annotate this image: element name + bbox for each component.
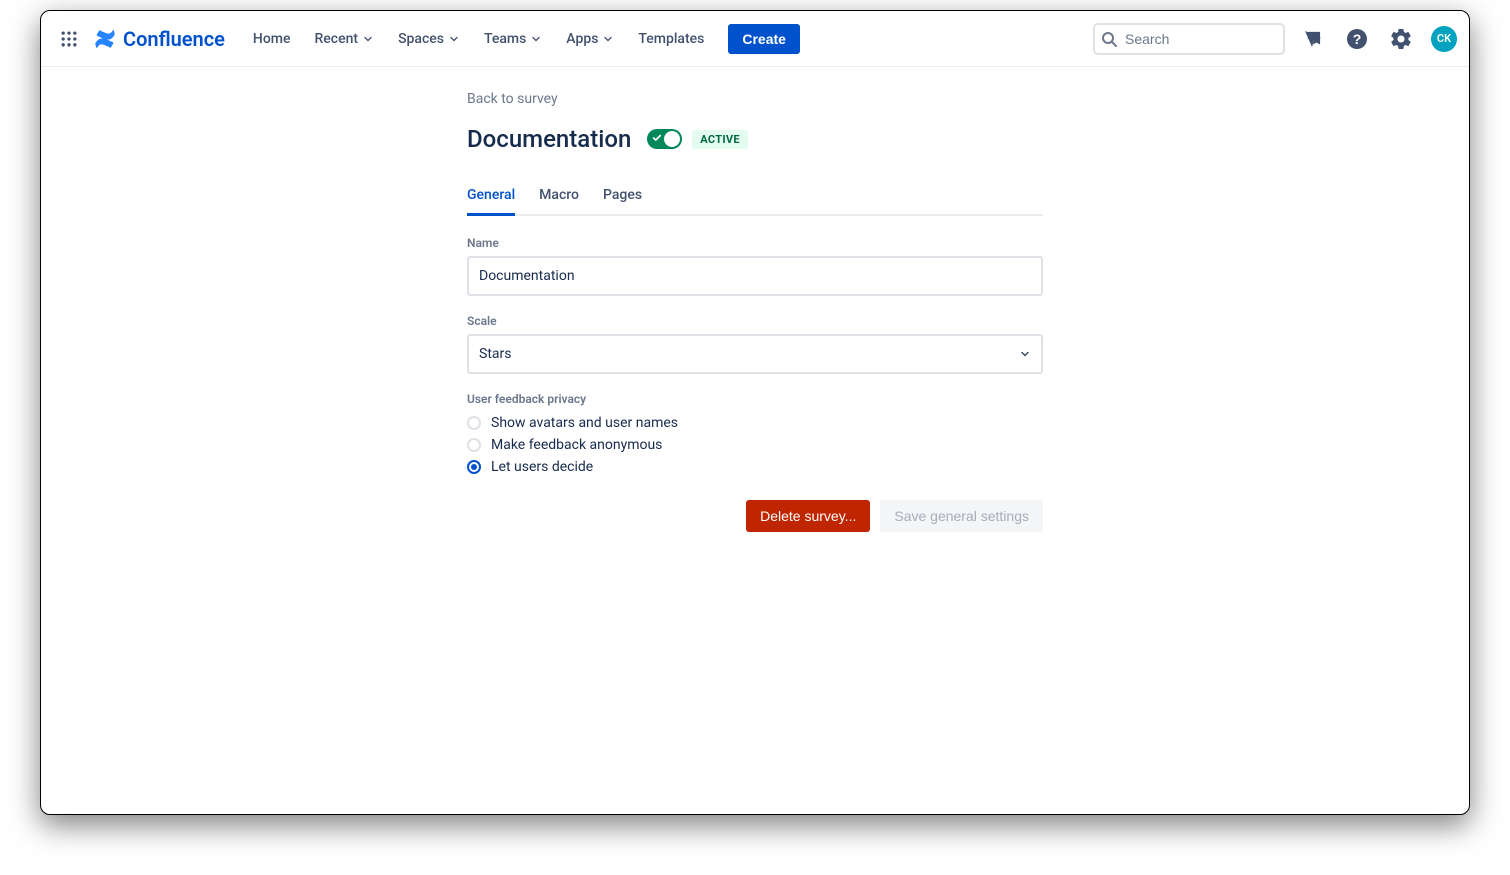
back-to-survey-link[interactable]: Back to survey: [467, 91, 558, 107]
status-badge: ACTIVE: [692, 130, 748, 149]
chevron-down-icon: [448, 33, 460, 45]
brand-name: Confluence: [123, 27, 225, 51]
notifications-icon[interactable]: [1297, 23, 1329, 55]
page-title: Documentation: [467, 125, 631, 153]
radio-icon: [467, 438, 481, 452]
nav-templates[interactable]: Templates: [628, 25, 714, 53]
tab-general[interactable]: General: [467, 181, 515, 216]
general-form: Name Scale Stars User feedback privacy: [467, 236, 1043, 532]
privacy-option-let-users-decide[interactable]: Let users decide: [467, 456, 1043, 478]
scale-select[interactable]: Stars: [467, 334, 1043, 374]
chevron-down-icon: [530, 33, 542, 45]
name-label: Name: [467, 236, 1043, 250]
search-icon: [1101, 31, 1117, 47]
nav-apps[interactable]: Apps: [556, 25, 624, 53]
chevron-down-icon: [362, 33, 374, 45]
user-avatar[interactable]: CK: [1431, 26, 1457, 52]
scale-label: Scale: [467, 314, 1043, 328]
search-box: [1093, 23, 1285, 55]
app-frame: Confluence Home Recent Spaces Teams Apps…: [40, 10, 1470, 815]
tab-pages[interactable]: Pages: [603, 181, 642, 216]
radio-icon: [467, 460, 481, 474]
nav-recent[interactable]: Recent: [304, 25, 384, 53]
primary-nav: Home Recent Spaces Teams Apps Templates …: [243, 24, 800, 54]
radio-icon: [467, 416, 481, 430]
create-button[interactable]: Create: [728, 24, 800, 54]
delete-survey-button[interactable]: Delete survey...: [746, 500, 870, 532]
nav-spaces[interactable]: Spaces: [388, 25, 470, 53]
tab-macro[interactable]: Macro: [539, 181, 579, 216]
nav-teams[interactable]: Teams: [474, 25, 552, 53]
confluence-icon: [93, 27, 117, 51]
app-switcher-icon[interactable]: [53, 23, 85, 55]
chevron-down-icon: [602, 33, 614, 45]
svg-text:?: ?: [1353, 31, 1362, 47]
name-input[interactable]: [467, 256, 1043, 296]
main-content: Back to survey Documentation ACTIVE Gene…: [41, 67, 1469, 532]
help-icon[interactable]: ?: [1341, 23, 1373, 55]
tabs: General Macro Pages: [467, 181, 1043, 216]
check-icon: [652, 133, 662, 143]
confluence-logo[interactable]: Confluence: [93, 27, 225, 51]
search-input[interactable]: [1093, 23, 1285, 55]
privacy-option-show[interactable]: Show avatars and user names: [467, 412, 1043, 434]
privacy-label: User feedback privacy: [467, 392, 1043, 406]
privacy-option-anonymous[interactable]: Make feedback anonymous: [467, 434, 1043, 456]
save-settings-button[interactable]: Save general settings: [880, 500, 1043, 532]
nav-home[interactable]: Home: [243, 25, 301, 53]
active-toggle[interactable]: [647, 129, 682, 149]
top-navigation: Confluence Home Recent Spaces Teams Apps…: [41, 11, 1469, 67]
privacy-radio-group: Show avatars and user names Make feedbac…: [467, 412, 1043, 478]
settings-icon[interactable]: [1385, 23, 1417, 55]
